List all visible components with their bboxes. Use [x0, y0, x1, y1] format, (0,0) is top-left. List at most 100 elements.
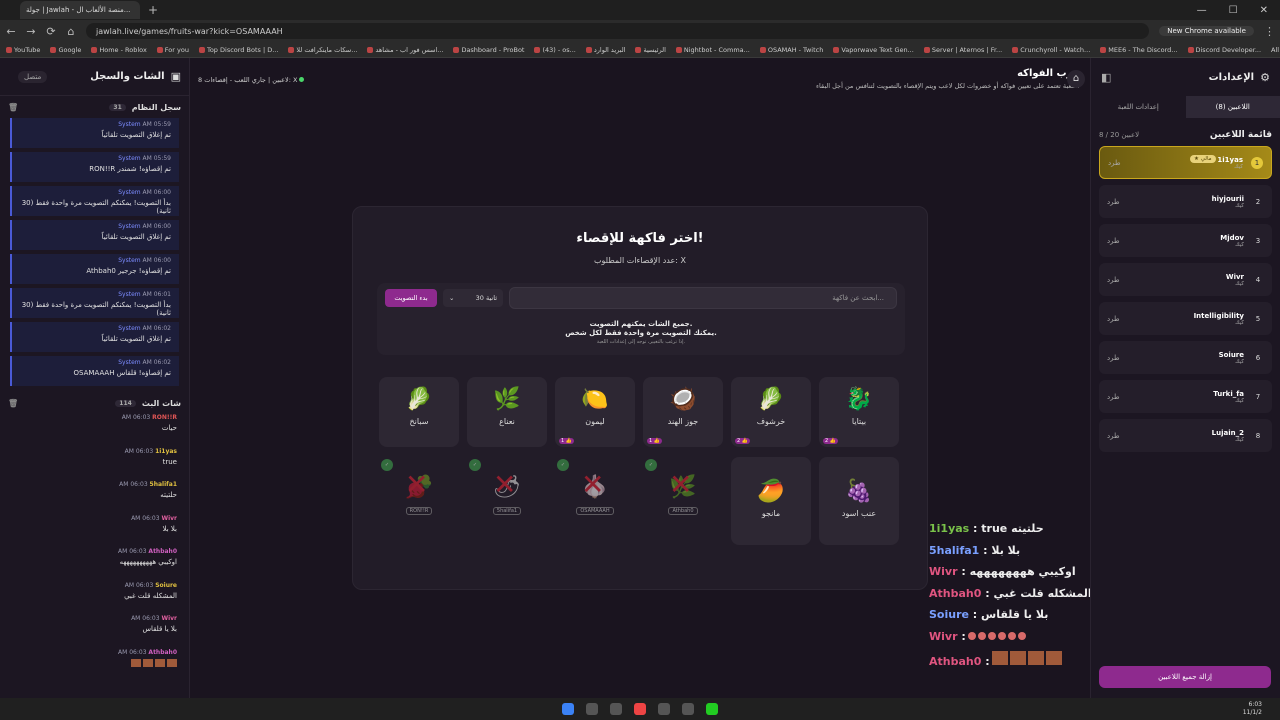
kick-button[interactable]: طرد	[1107, 354, 1120, 362]
message-author: 1i1yas	[155, 447, 177, 455]
bookmark-item[interactable]: Server | Aternos | Fr...	[923, 46, 1002, 54]
bookmark-item[interactable]: For you	[156, 46, 189, 54]
bookmark-item[interactable]: البريد الوارد	[585, 46, 625, 54]
bookmark-item[interactable]: Crunchyroll - Watch...	[1012, 46, 1090, 54]
bookmark-icon	[585, 46, 592, 53]
bookmark-item[interactable]: الرئيسية	[635, 46, 666, 54]
app-icon[interactable]	[682, 703, 694, 715]
fruit-search-input[interactable]: ابحث عن فاكهة...	[509, 287, 897, 309]
fruit-icon: 🐉	[845, 387, 873, 412]
bookmark-item[interactable]: Vaporwave Text Gen...	[833, 46, 914, 54]
bookmark-item[interactable]: Discord Developer...	[1187, 46, 1261, 54]
message-time: AM 06:03	[121, 414, 153, 421]
update-chrome-button[interactable]: New Chrome available	[1159, 26, 1254, 36]
discord-icon[interactable]	[658, 703, 670, 715]
explorer-icon[interactable]	[610, 703, 622, 715]
bookmark-item[interactable]: Dashboard - ProBot	[453, 46, 524, 54]
home-icon[interactable]: ⌂	[66, 25, 76, 38]
overlay-line: 5halifa1 : بلا بلا	[929, 544, 1079, 566]
bookmark-item[interactable]: (43) - os...	[534, 46, 576, 54]
trash-icon[interactable]: 🗑	[8, 399, 18, 408]
vote-count: 2 👍	[823, 438, 838, 444]
bookmark-item[interactable]: سكات ماينكرافت للا...	[288, 46, 357, 54]
fruit-card[interactable]: 🥬 خرشوف 2 👍	[731, 377, 811, 447]
emote-icon	[167, 658, 177, 667]
start-vote-button[interactable]: بدء التصويت	[385, 289, 437, 307]
fruit-card[interactable]: 🌿 نعناع	[467, 377, 547, 447]
all-bookmarks[interactable]: All Bookmarks	[1271, 46, 1280, 54]
kick-button[interactable]: طرد	[1107, 393, 1120, 401]
kick-button[interactable]: طرد	[1107, 237, 1120, 245]
new-tab-icon[interactable]: +	[148, 3, 158, 17]
player-info: Wivr كيك	[1226, 273, 1244, 287]
bookmark-icon	[91, 46, 98, 53]
player-number: 5	[1255, 314, 1261, 323]
message-time: AM 06:01	[140, 291, 171, 298]
windows-icon[interactable]	[562, 703, 574, 715]
tab-players[interactable]: اللاعبين (8)	[1185, 96, 1280, 118]
bookmark-item[interactable]: YouTube	[6, 46, 40, 54]
fruit-card[interactable]: 🥭 مانجو	[731, 457, 811, 545]
message-meta: System AM 06:02	[20, 325, 171, 332]
message-text	[12, 658, 177, 669]
kick-button[interactable]: طرد	[1107, 432, 1120, 440]
back-icon[interactable]: ←	[6, 25, 16, 38]
elimination-card: اختر فاكهة للإقصاء! عدد الإقصاءات المطلو…	[352, 206, 928, 590]
kick-button[interactable]: طرد	[1108, 159, 1121, 167]
stream-chat-overlay: 1i1yas : true حلتيته 5halifa1 : بلا بلا Wi…	[929, 522, 1092, 673]
collapse-icon[interactable]: ◧	[1101, 71, 1111, 84]
kick-button[interactable]: طرد	[1107, 315, 1120, 323]
message-meta: AM 06:03 Athbah0	[12, 649, 177, 656]
overlay-text: :	[981, 655, 990, 668]
clock: 6:03 11/1/2	[1242, 701, 1262, 716]
vote-count: 2 👍	[735, 438, 750, 444]
fruit-card[interactable]: 🥥 جوز الهند 1 👍	[643, 377, 723, 447]
game-header: حرب الفواكه اللعبة تعتمد على تعيين فواكه…	[816, 68, 1080, 90]
reload-icon[interactable]: ⟳	[46, 25, 56, 38]
bookmark-item[interactable]: OSAMAH - Twitch	[759, 46, 823, 54]
message-meta: System AM 05:59	[20, 155, 171, 162]
message-author: System	[118, 121, 141, 128]
bookmark-item[interactable]: Home - Roblox	[91, 46, 147, 54]
home-button[interactable]: ⌂	[1067, 70, 1085, 88]
emote-icon	[967, 631, 976, 640]
search-icon[interactable]	[586, 703, 598, 715]
address-bar[interactable]: jawlah.live/games/fruits-war?kick=OSAMAA…	[86, 23, 1150, 39]
chevron-down-icon: ⌄	[449, 294, 455, 302]
bookmark-item[interactable]: Nightbot - Comma...	[675, 46, 750, 54]
bookmark-item[interactable]: Top Discord Bots | D...	[198, 46, 278, 54]
player-name: Lujain_2	[1211, 428, 1244, 437]
bookmark-item[interactable]: Google	[50, 46, 81, 54]
spotify-icon[interactable]	[706, 703, 718, 715]
fruit-card[interactable]: 🥬 سبانخ	[379, 377, 459, 447]
bookmarks-bar: YouTube Google Home - Roblox For you Top Dis…	[0, 42, 1280, 58]
tab-game-settings[interactable]: إعدادات اللعبة	[1091, 96, 1186, 118]
overlay-author: Athbah0	[929, 586, 982, 600]
chat-message: AM 06:03 5halifa1 حلتيته	[12, 481, 177, 515]
vote-time-select[interactable]: ⌄ 30 ثانية	[443, 289, 503, 307]
kick-all-button[interactable]: إزالة جميع اللاعبين	[1099, 666, 1271, 688]
maximize-icon[interactable]: ☐	[1229, 5, 1238, 16]
fruit-card[interactable]: 🍇 عنب اسود	[819, 457, 899, 545]
chrome-icon[interactable]	[634, 703, 646, 715]
game-description: اللعبة تعتمد على تعيين فواكه أو خضروات ل…	[816, 82, 1080, 90]
chat-message: AM 06:03 Athbah0 اوكيبي ههههههههههه	[12, 548, 177, 582]
forward-icon[interactable]: →	[26, 25, 36, 38]
close-icon[interactable]: ✕	[1260, 5, 1268, 16]
fruit-card[interactable]: 🐉 بيتايا 2 👍	[819, 377, 899, 447]
message-time: AM 06:03	[131, 615, 162, 622]
message-text: بدأ التصويت! يمكنكم التصويت مرة واحدة فق…	[21, 199, 171, 215]
menu-icon[interactable]: ⋮	[1264, 25, 1275, 38]
kick-button[interactable]: طرد	[1107, 198, 1120, 206]
bookmark-item[interactable]: MEE6 - The Discord...	[1100, 46, 1178, 54]
overlay-text: : true حلتيته	[969, 522, 1044, 535]
taskbar: 6:03 11/1/2	[0, 698, 1280, 720]
fruit-card[interactable]: 🍋 ليمون 1 👍	[555, 377, 635, 447]
minimize-icon[interactable]: —	[1197, 5, 1207, 16]
kick-button[interactable]: طرد	[1107, 276, 1120, 284]
browser-tab[interactable]: جولة | Jawlah - منصة الألعاب ال...	[20, 1, 140, 19]
player-status: كيك	[1235, 397, 1244, 404]
eliminated-x-icon: ✕	[669, 468, 693, 501]
trash-icon[interactable]: 🗑	[8, 103, 18, 112]
bookmark-item[interactable]: اسس فور اب - مشاهد...	[367, 46, 443, 54]
